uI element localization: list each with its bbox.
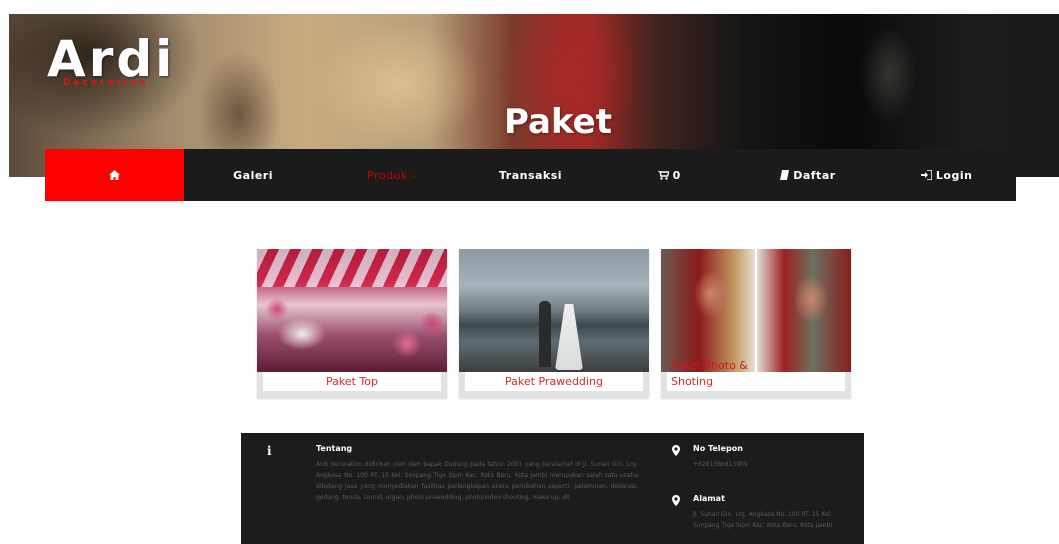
- cart-icon: [657, 170, 669, 180]
- card-label[interactable]: Shoting: [667, 372, 845, 391]
- nav-login-label: Login: [935, 168, 973, 182]
- map-marker-icon: [672, 445, 680, 456]
- nav-transaksi[interactable]: Transaksi: [461, 149, 600, 201]
- card-label[interactable]: Paket Prawedding: [465, 372, 643, 391]
- card-image-decoration[interactable]: [257, 249, 447, 372]
- home-icon: [108, 170, 120, 180]
- address-text: Jl. Sunan Giri, Lrg. Angkasa No. 100 RT.…: [693, 511, 833, 529]
- package-cards: Paket Top Paket Prawedding Paket Photo &…: [257, 249, 851, 398]
- nav-login[interactable]: Login: [877, 149, 1016, 201]
- nav-daftar-label: Daftar: [793, 168, 836, 182]
- card-paket-top[interactable]: Paket Top: [257, 249, 447, 398]
- info-icon: i: [267, 444, 272, 458]
- sign-in-icon: [920, 170, 932, 180]
- nav-galeri-label: Galeri: [233, 168, 274, 182]
- page-title: Paket: [504, 102, 612, 142]
- brand-logo-subtitle: Decoration: [63, 78, 149, 88]
- card-overlay-label: Paket Photo &: [671, 359, 748, 372]
- phone-heading: No Telepon: [693, 444, 743, 453]
- card-paket-prawedding[interactable]: Paket Prawedding: [459, 249, 649, 398]
- card-image-prewedding[interactable]: [459, 249, 649, 372]
- phone-number[interactable]: +6281366813909: [693, 459, 853, 470]
- book-icon: [780, 170, 790, 180]
- address-heading: Alamat: [693, 494, 725, 503]
- nav-galeri[interactable]: Galeri: [184, 149, 323, 201]
- about-heading: Tentang: [316, 444, 353, 453]
- nav-daftar[interactable]: Daftar: [739, 149, 878, 201]
- main-navbar: Galeri Produk - Transaksi 0 Daftar Login: [45, 149, 1016, 201]
- brand-logo[interactable]: Ardi: [47, 34, 175, 84]
- nav-transaksi-label: Transaksi: [498, 168, 563, 182]
- card-label[interactable]: Paket Top: [263, 372, 441, 391]
- footer: i Tentang Ardi decoration didirikan oleh…: [241, 433, 864, 544]
- nav-home[interactable]: [45, 149, 184, 201]
- about-text: Ardi decoration didirikan oleh oleh bapa…: [316, 461, 638, 501]
- map-marker-icon: [672, 495, 680, 506]
- nav-produk-dropdown[interactable]: Produk -: [322, 149, 461, 201]
- card-paket-photo-shoting[interactable]: Paket Photo & Shoting: [661, 249, 851, 398]
- nav-cart[interactable]: 0: [600, 149, 739, 201]
- cart-count: 0: [672, 168, 681, 182]
- card-image-photo-shooting[interactable]: Paket Photo &: [661, 249, 851, 372]
- nav-produk-label: Produk -: [367, 168, 417, 182]
